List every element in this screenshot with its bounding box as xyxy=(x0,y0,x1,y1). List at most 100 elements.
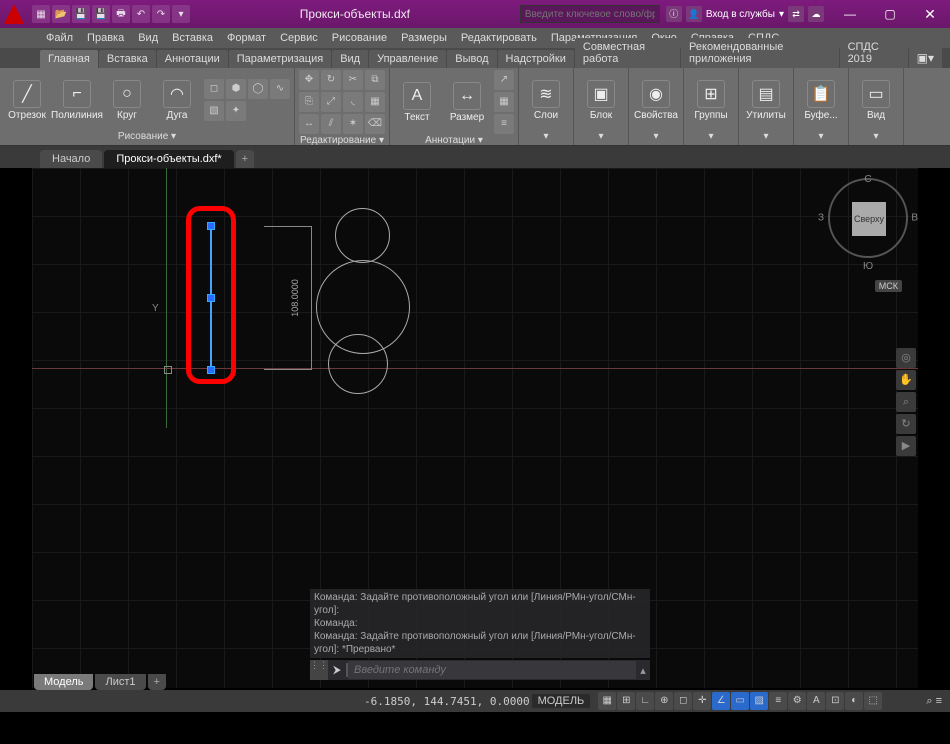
coordinates[interactable]: -6.1850, 144.7451, 0.0000 xyxy=(364,695,530,708)
tool-dimension[interactable]: ↔Размер xyxy=(444,82,490,123)
tool-line[interactable]: ╱Отрезок xyxy=(4,80,50,121)
cloud-icon[interactable]: ☁ xyxy=(808,6,824,22)
tab-view[interactable]: Вид xyxy=(332,50,368,68)
menu-insert[interactable]: Вставка xyxy=(166,32,219,44)
tab-home[interactable]: Главная xyxy=(40,50,98,68)
panel-dropdown[interactable]: ▾ xyxy=(598,130,603,143)
viewcube-face[interactable]: Сверху xyxy=(852,202,886,236)
menu-tools[interactable]: Сервис xyxy=(274,32,324,44)
draw-icon[interactable]: ∿ xyxy=(270,79,290,99)
help-search-input[interactable] xyxy=(520,5,660,23)
nav-wheel-icon[interactable]: ◎ xyxy=(896,348,916,368)
layout-add-button[interactable]: + xyxy=(148,674,166,690)
command-input[interactable] xyxy=(348,661,636,679)
ortho-toggle-icon[interactable]: ∟ xyxy=(636,692,654,710)
tab-annotate[interactable]: Аннотации xyxy=(157,50,228,68)
viewcube[interactable]: Сверху С Ю В З xyxy=(828,178,908,258)
tpy-toggle-icon[interactable]: ▨ xyxy=(750,692,768,710)
trim-icon[interactable]: ✂ xyxy=(343,70,363,90)
qat-saveas-icon[interactable]: 💾 xyxy=(92,5,110,23)
circle-small-bottom[interactable] xyxy=(328,334,388,394)
rotate-icon[interactable]: ↻ xyxy=(321,70,341,90)
circle-small-top[interactable] xyxy=(335,208,390,263)
panel-dropdown[interactable]: ▾ xyxy=(653,130,658,143)
nav-orbit-icon[interactable]: ↻ xyxy=(896,414,916,434)
mirror-icon[interactable]: ⧉ xyxy=(365,70,385,90)
table-icon[interactable]: ▦ xyxy=(494,92,514,112)
menu-dimension[interactable]: Размеры xyxy=(395,32,453,44)
menu-format[interactable]: Формат xyxy=(221,32,272,44)
qat-redo-icon[interactable]: ↷ xyxy=(152,5,170,23)
tab-addins[interactable]: Надстройки xyxy=(498,50,574,68)
layout-sheet1[interactable]: Лист1 xyxy=(95,674,145,690)
tab-spds[interactable]: СПДС 2019 xyxy=(840,38,908,68)
otrack-toggle-icon[interactable]: ✛ xyxy=(693,692,711,710)
tool-view[interactable]: ▭Вид xyxy=(853,80,899,121)
tool-text[interactable]: AТекст xyxy=(394,82,440,123)
draw-icon[interactable]: ✦ xyxy=(226,101,246,121)
draw-icon[interactable]: ▧ xyxy=(204,101,224,121)
ribbon-collapse-icon[interactable]: ▣▾ xyxy=(909,48,942,68)
osnap-toggle-icon[interactable]: ◻ xyxy=(674,692,692,710)
sc-toggle-icon[interactable]: ⚙ xyxy=(788,692,806,710)
viewcube-w[interactable]: З xyxy=(818,213,824,224)
tab-insert[interactable]: Вставка xyxy=(99,50,156,68)
menu-edit[interactable]: Правка xyxy=(81,32,130,44)
polar-toggle-icon[interactable]: ⊕ xyxy=(655,692,673,710)
tool-block[interactable]: ▣Блок xyxy=(578,80,624,121)
copy-icon[interactable]: ⎘ xyxy=(299,92,319,112)
draw-icon[interactable]: ◯ xyxy=(248,79,268,99)
nav-showmotion-icon[interactable]: ▶ xyxy=(896,436,916,456)
infocenter-icon[interactable]: ⓘ xyxy=(666,6,682,22)
nav-zoom-icon[interactable]: ⌕ xyxy=(896,392,916,412)
move-icon[interactable]: ✥ xyxy=(299,70,319,90)
panel-dropdown[interactable]: ▾ xyxy=(818,130,823,143)
qat-new-icon[interactable]: ▦ xyxy=(32,5,50,23)
explode-icon[interactable]: ✶ xyxy=(343,114,363,134)
viewcube-s[interactable]: Ю xyxy=(863,261,873,272)
qat-open-icon[interactable]: 📂 xyxy=(52,5,70,23)
grid-toggle-icon[interactable]: ▦ xyxy=(598,692,616,710)
mtext-icon[interactable]: ≡ xyxy=(494,114,514,134)
tab-start[interactable]: Начало xyxy=(40,150,102,168)
panel-label[interactable]: Рисование ▾ xyxy=(118,130,176,143)
tool-groups[interactable]: ⊞Группы xyxy=(688,80,734,121)
ann-toggle-icon[interactable]: A xyxy=(807,692,825,710)
cmdline-dropdown-icon[interactable]: ▴ xyxy=(636,664,650,677)
qat-save-icon[interactable]: 💾 xyxy=(72,5,90,23)
dyn-toggle-icon[interactable]: ∠ xyxy=(712,692,730,710)
ws-toggle-icon[interactable]: ⊡ xyxy=(826,692,844,710)
maximize-button[interactable]: ▢ xyxy=(870,0,910,28)
tab-featured[interactable]: Рекомендованные приложения xyxy=(681,38,839,68)
menu-modify[interactable]: Редактировать xyxy=(455,32,543,44)
lwt-toggle-icon[interactable]: ▭ xyxy=(731,692,749,710)
stretch-icon[interactable]: ↔ xyxy=(299,114,319,134)
viewcube-e[interactable]: В xyxy=(911,213,918,224)
tool-properties[interactable]: ◉Свойства xyxy=(633,80,679,121)
hw-toggle-icon[interactable]: ◐ xyxy=(845,692,863,710)
qat-arrow-icon[interactable]: ▾ xyxy=(172,5,190,23)
tab-manage[interactable]: Управление xyxy=(369,50,446,68)
status-right[interactable]: ⌕ ≡ xyxy=(926,695,946,708)
qat-plot-icon[interactable]: 🖶 xyxy=(112,5,130,23)
tool-layers[interactable]: ≋Слои xyxy=(523,80,569,121)
tab-collab[interactable]: Совместная работа xyxy=(575,38,680,68)
minimize-button[interactable]: — xyxy=(830,0,870,28)
menu-file[interactable]: Файл xyxy=(40,32,79,44)
signin-dropdown-icon[interactable]: ▾ xyxy=(779,9,784,20)
new-tab-button[interactable]: + xyxy=(236,150,254,168)
tab-drawing[interactable]: Прокси-объекты.dxf* xyxy=(104,150,233,168)
draw-icon[interactable]: ◻ xyxy=(204,79,224,99)
dimension-object[interactable]: 108.0000 xyxy=(264,226,312,370)
menu-view[interactable]: Вид xyxy=(132,32,164,44)
wcs-label[interactable]: МСК xyxy=(875,280,902,292)
menu-draw[interactable]: Рисование xyxy=(326,32,393,44)
model-space-button[interactable]: МОДЕЛЬ xyxy=(532,694,591,708)
tool-utilities[interactable]: ▤Утилиты xyxy=(743,80,789,121)
snap-toggle-icon[interactable]: ⊞ xyxy=(617,692,635,710)
tab-parametric[interactable]: Параметризация xyxy=(229,50,331,68)
panel-dropdown[interactable]: ▾ xyxy=(873,130,878,143)
fillet-icon[interactable]: ◟ xyxy=(343,92,363,112)
leader-icon[interactable]: ↗ xyxy=(494,70,514,90)
tool-arc[interactable]: ◠Дуга xyxy=(154,80,200,121)
